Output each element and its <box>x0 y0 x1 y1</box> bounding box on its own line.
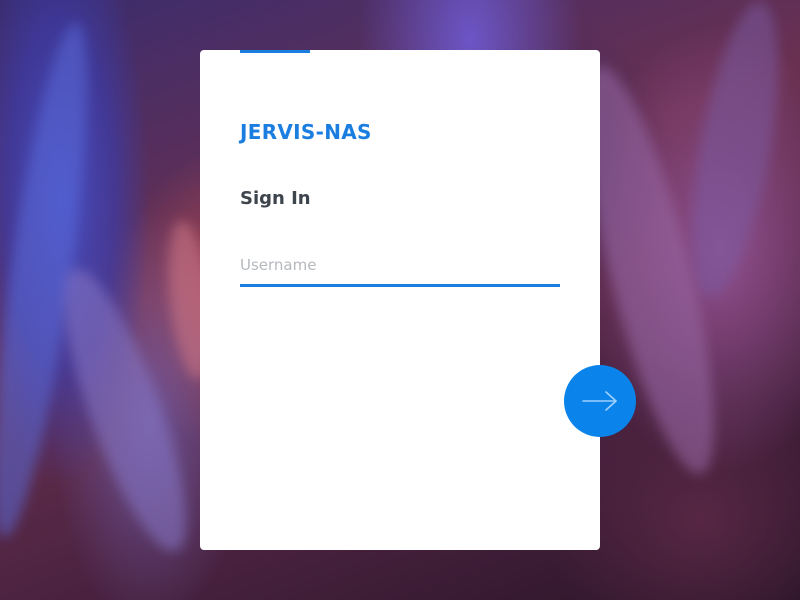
username-input[interactable] <box>240 246 560 284</box>
login-card: JERVIS-NAS Sign In <box>200 50 600 550</box>
arrow-right-icon <box>582 391 617 411</box>
background-streak <box>674 0 796 304</box>
next-button[interactable] <box>564 365 636 437</box>
sign-in-heading: Sign In <box>240 188 311 209</box>
server-name-title: JERVIS-NAS <box>240 120 372 144</box>
login-background: JERVIS-NAS Sign In <box>0 0 800 600</box>
username-field[interactable] <box>240 246 560 287</box>
card-accent-bar <box>240 50 310 53</box>
